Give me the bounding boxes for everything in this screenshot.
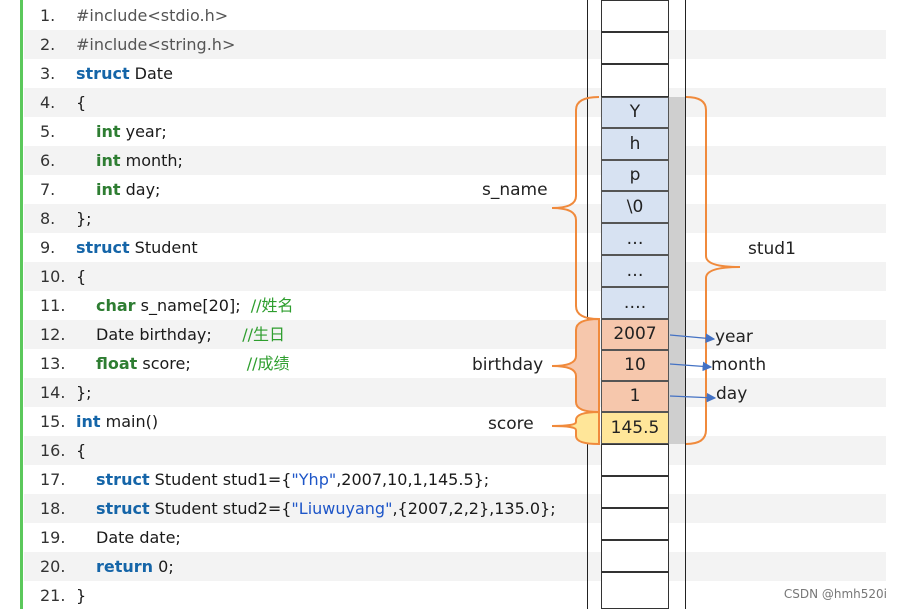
arrow-to-month — [669, 361, 713, 372]
day-label: day — [716, 384, 748, 404]
braces-and-arrows — [551, 96, 741, 446]
birthday-label: birthday — [472, 355, 544, 375]
arrow-to-day — [669, 392, 717, 403]
s-name-label: s_name — [482, 180, 548, 200]
birthday-brace — [551, 317, 600, 414]
arrow-to-year — [669, 333, 716, 344]
year-label: year — [715, 327, 753, 347]
month-label: month — [711, 355, 767, 375]
s-name-brace — [551, 96, 600, 320]
watermark: CSDN @hmh520i — [783, 587, 887, 601]
score-label: score — [488, 414, 534, 434]
stud1-label: stud1 — [748, 239, 796, 259]
diagram-canvas: 1. #include<stdio.h> 2. #include<string.h> 3… — [0, 0, 899, 609]
score-brace — [551, 410, 600, 446]
